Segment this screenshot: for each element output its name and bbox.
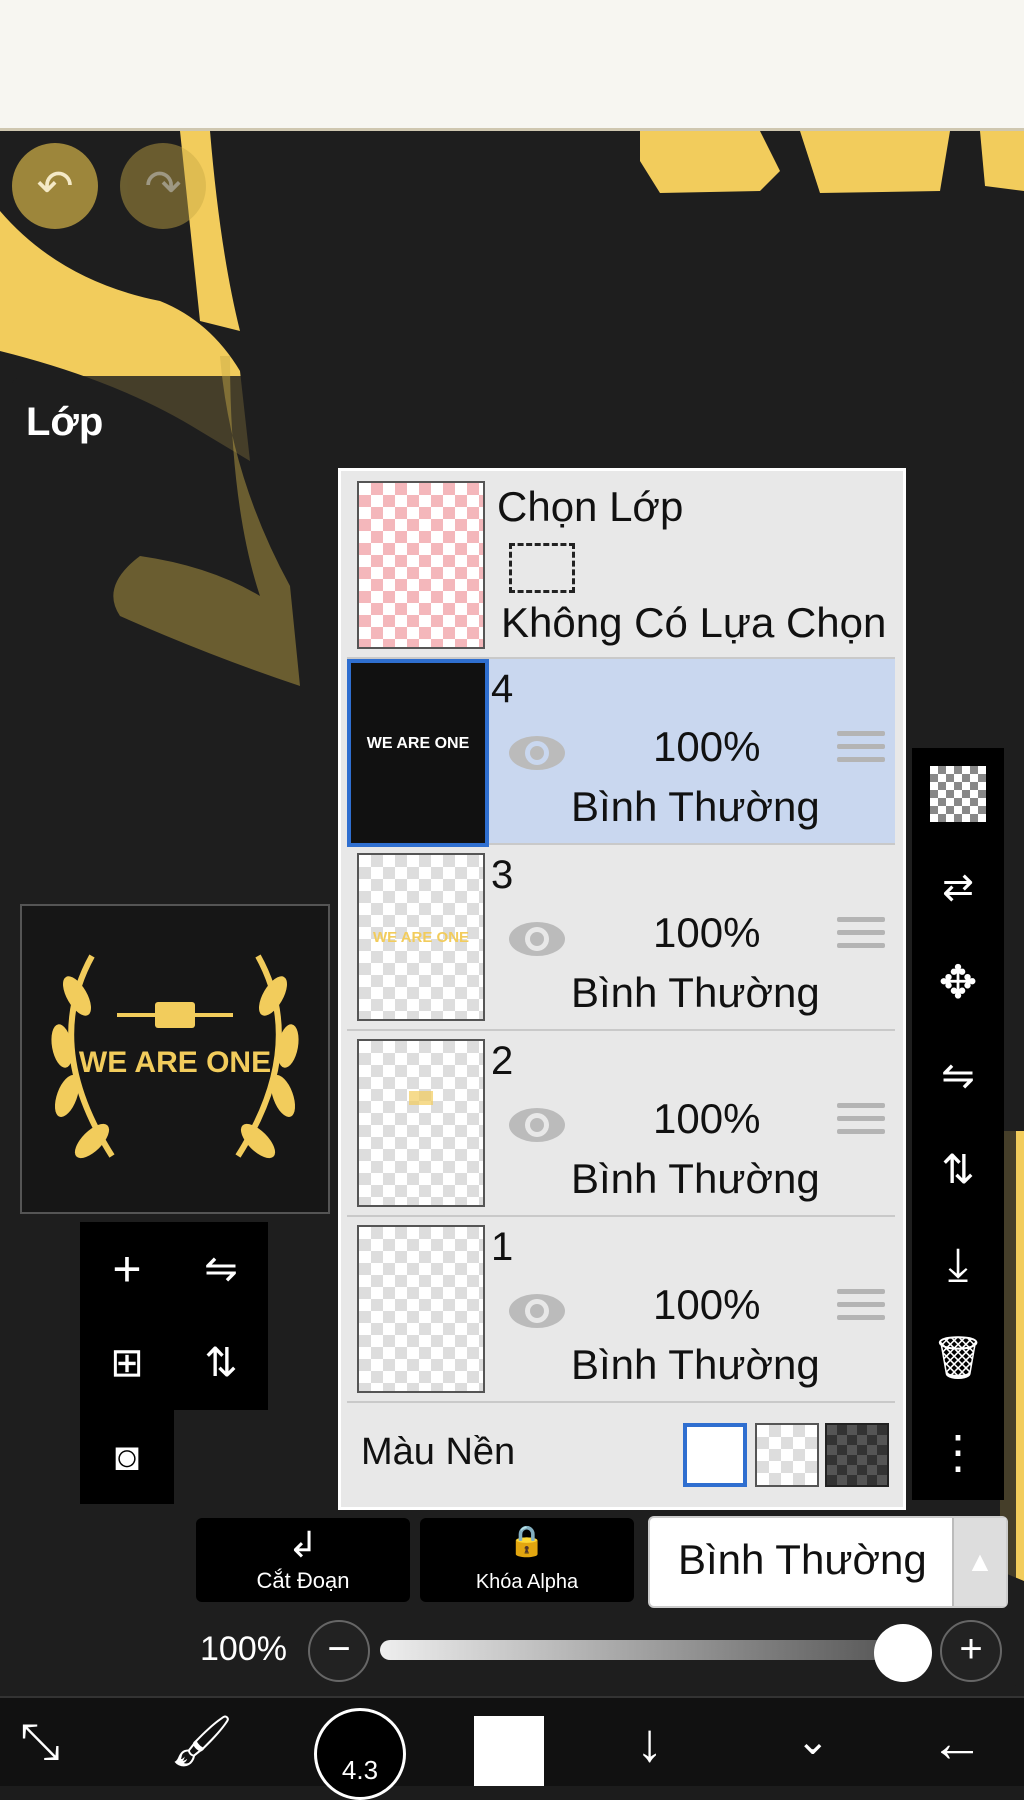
plus-icon: + bbox=[112, 1241, 142, 1297]
thumbnail-text: WE ARE ONE bbox=[366, 735, 470, 752]
layer-row-4[interactable]: WE ARE ONE 4 100% Bình Thường bbox=[347, 659, 895, 847]
drag-handle-icon[interactable] bbox=[837, 917, 885, 953]
top-bar bbox=[0, 0, 1024, 131]
preview-title: WE ARE ONE bbox=[78, 1046, 272, 1079]
blend-mode-dropdown[interactable]: Bình Thường ▲ bbox=[648, 1516, 1008, 1608]
bottom-toolbar: ⤡ 🖌 4.3 ↓ ⌄ ← bbox=[0, 1696, 1024, 1800]
add-layer-button[interactable]: + bbox=[80, 1222, 174, 1316]
brush-icon[interactable]: 🖌 bbox=[170, 1712, 233, 1771]
opacity-row: 100% − + bbox=[0, 1616, 1024, 1686]
flip-vertical-icon: ⇅ bbox=[204, 1341, 238, 1385]
canvas-leaf-shadow bbox=[113, 356, 300, 686]
drag-handle-icon[interactable] bbox=[837, 1289, 885, 1325]
import-photo-button[interactable]: ◙ bbox=[80, 1410, 174, 1504]
redo-button[interactable]: ↷ bbox=[120, 143, 206, 229]
eye-icon[interactable] bbox=[507, 919, 567, 959]
eye-icon[interactable] bbox=[507, 1105, 567, 1145]
merge-down-icon[interactable]: ⤓ bbox=[930, 1236, 986, 1292]
eye-icon[interactable] bbox=[507, 733, 567, 773]
transform-tool-icon[interactable]: ⤡ bbox=[20, 1712, 60, 1771]
minus-icon: − bbox=[327, 1627, 351, 1671]
clipping-arrow-icon: ↲ bbox=[287, 1524, 319, 1565]
layer-thumbnail bbox=[357, 1039, 485, 1207]
layer-thumbnail bbox=[357, 1225, 485, 1393]
layer-thumbnail: WE ARE ONE bbox=[357, 853, 485, 1021]
book-icon bbox=[409, 1091, 433, 1105]
background-color-row: Màu Nền bbox=[347, 1403, 895, 1501]
undo-button[interactable]: ↶ bbox=[12, 143, 98, 229]
layer-row-3[interactable]: WE ARE ONE 3 100% Bình Thường bbox=[347, 845, 895, 1031]
move-icon[interactable]: ✥ bbox=[930, 954, 986, 1010]
brush-size-value: 4.3 bbox=[341, 1755, 379, 1785]
drag-handle-icon[interactable] bbox=[837, 1103, 885, 1139]
flip-horizontal-button[interactable]: ⇋ bbox=[174, 1222, 268, 1316]
chevron-up-icon[interactable]: ▲ bbox=[952, 1518, 1006, 1606]
layer-opacity: 100% bbox=[653, 1095, 761, 1142]
bg-dark-checker-swatch[interactable] bbox=[825, 1423, 889, 1487]
opacity-decrease-button[interactable]: − bbox=[308, 1620, 370, 1682]
lock-icon: 🔒 bbox=[508, 1525, 546, 1558]
canvas-preview: WE ARE ONE bbox=[20, 904, 330, 1214]
layer-list: Chọn Lớp Không Có Lựa Chọn WE ARE ONE 4 … bbox=[338, 468, 906, 1510]
flip-horizontal-icon: ⇋ bbox=[204, 1247, 238, 1291]
layer-number: 1 bbox=[491, 1225, 514, 1269]
opacity-slider-track[interactable] bbox=[380, 1640, 900, 1660]
layer-blend-mode: Bình Thường bbox=[571, 783, 820, 830]
undo-icon: ↶ bbox=[36, 161, 74, 211]
drag-handle-icon[interactable] bbox=[837, 731, 885, 767]
redo-icon: ↷ bbox=[144, 161, 182, 211]
layer-number: 2 bbox=[491, 1039, 514, 1083]
eye-icon[interactable] bbox=[507, 1291, 567, 1331]
selection-subtitle: Không Có Lựa Chọn bbox=[501, 599, 887, 646]
flip-horizontal-icon[interactable]: ⇋ bbox=[930, 1048, 986, 1104]
layer-blend-mode: Bình Thường bbox=[571, 969, 820, 1016]
blend-mode-value: Bình Thường bbox=[678, 1536, 927, 1583]
opacity-increase-button[interactable]: + bbox=[940, 1620, 1002, 1682]
clipping-button[interactable]: ↲ Cắt Đoạn bbox=[196, 1518, 410, 1602]
chevron-double-down-icon[interactable]: ⌄ bbox=[796, 1718, 830, 1764]
swap-layer-icon[interactable]: ⇄ bbox=[930, 860, 986, 916]
layer-blend-mode: Bình Thường bbox=[571, 1155, 820, 1202]
layer-opacity: 100% bbox=[653, 1281, 761, 1328]
layer-row-1[interactable]: 1 100% Bình Thường bbox=[347, 1217, 895, 1403]
back-arrow-icon[interactable]: ← bbox=[930, 1712, 984, 1774]
marquee-icon bbox=[509, 543, 575, 593]
right-toolbar: ⇄ ✥ ⇋ ⇅ ⤓ 🗑 ⋮ bbox=[912, 748, 1004, 1500]
flip-vertical-button[interactable]: ⇅ bbox=[174, 1316, 268, 1410]
selection-layer-row[interactable]: Chọn Lớp Không Có Lựa Chọn bbox=[347, 471, 895, 659]
bg-transparent-swatch[interactable] bbox=[755, 1423, 819, 1487]
opacity-slider-thumb[interactable] bbox=[874, 1624, 932, 1682]
plus-icon: + bbox=[959, 1627, 983, 1671]
camera-icon: ◙ bbox=[114, 1435, 140, 1479]
layer-number: 3 bbox=[491, 853, 514, 897]
duplicate-layer-button[interactable]: ⊞ bbox=[80, 1316, 174, 1410]
color-swatch[interactable] bbox=[474, 1716, 544, 1786]
layer-opacity: 100% bbox=[653, 723, 761, 770]
add-copy-icon: ⊞ bbox=[110, 1341, 144, 1385]
panel-title: Lớp bbox=[26, 400, 104, 444]
checker-icon[interactable] bbox=[930, 766, 986, 822]
layer-thumbnail: WE ARE ONE bbox=[347, 659, 489, 847]
clipping-label: Cắt Đoạn bbox=[256, 1568, 350, 1593]
thumbnail-text: WE ARE ONE bbox=[372, 929, 470, 946]
brush-size-button[interactable]: 4.3 bbox=[314, 1708, 406, 1800]
download-arrow-icon[interactable]: ↓ bbox=[636, 1712, 663, 1774]
opacity-value: 100% bbox=[200, 1630, 287, 1668]
selection-thumbnail bbox=[357, 481, 485, 649]
layer-number: 4 bbox=[491, 667, 514, 711]
bg-white-swatch[interactable] bbox=[683, 1423, 747, 1487]
flip-vertical-icon[interactable]: ⇅ bbox=[930, 1142, 986, 1198]
more-vertical-icon[interactable]: ⋮ bbox=[930, 1424, 986, 1480]
alpha-lock-label: Khóa Alpha bbox=[475, 1571, 579, 1593]
layer-row-2[interactable]: 2 100% Bình Thường bbox=[347, 1031, 895, 1217]
layer-blend-mode: Bình Thường bbox=[571, 1341, 820, 1388]
background-label: Màu Nền bbox=[361, 1431, 516, 1473]
trash-icon[interactable]: 🗑 bbox=[930, 1330, 986, 1386]
selection-title: Chọn Lớp bbox=[497, 483, 684, 530]
alpha-lock-button[interactable]: 🔒 Khóa Alpha bbox=[420, 1518, 634, 1602]
layer-opacity: 100% bbox=[653, 909, 761, 956]
